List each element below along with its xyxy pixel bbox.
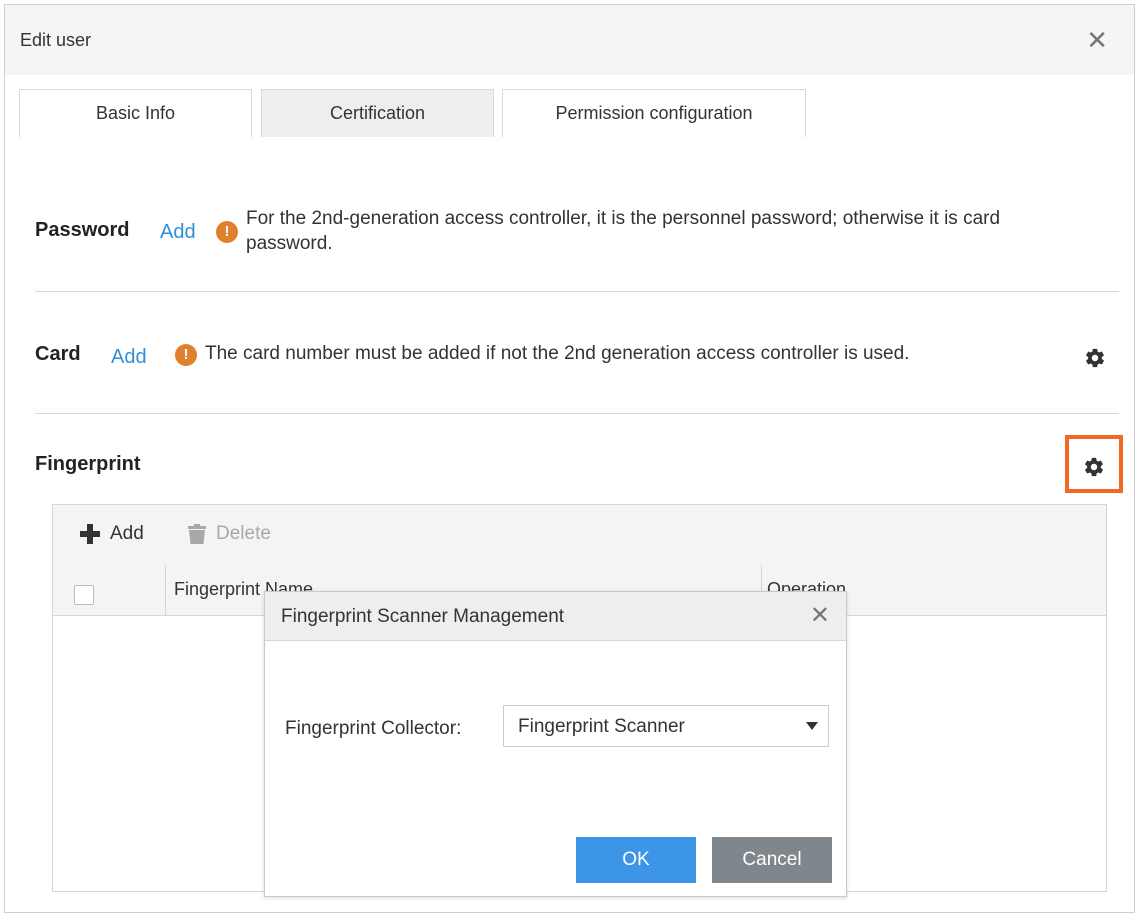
modal-title: Fingerprint Scanner Management <box>281 606 565 627</box>
warning-icon: ! <box>175 344 197 366</box>
trash-icon <box>188 524 206 544</box>
card-label: Card <box>35 343 81 365</box>
caret-down-icon <box>806 722 818 730</box>
close-icon[interactable]: ✕ <box>1086 27 1108 53</box>
card-note: The card number must be added if not the… <box>205 343 910 364</box>
card-settings-gear-icon[interactable] <box>1084 347 1106 369</box>
tab-certification[interactable]: Certification <box>261 89 494 137</box>
add-label: Add <box>110 523 144 544</box>
fingerprint-settings-gear-icon[interactable] <box>1083 456 1105 478</box>
select-value: Fingerprint Scanner <box>518 716 685 737</box>
select-all-checkbox[interactable] <box>74 585 94 605</box>
warning-icon: ! <box>216 221 238 243</box>
close-icon[interactable]: ✕ <box>810 604 830 628</box>
tab-basic-info[interactable]: Basic Info <box>19 89 252 137</box>
ok-button[interactable]: OK <box>576 837 696 883</box>
password-note-line2: password. <box>246 233 333 254</box>
fingerprint-scanner-modal: Fingerprint Scanner Management ✕ Fingerp… <box>264 591 847 897</box>
modal-header: Fingerprint Scanner Management ✕ <box>265 592 846 641</box>
cancel-button[interactable]: Cancel <box>712 837 832 883</box>
delete-fingerprint-button[interactable]: Delete <box>188 523 271 545</box>
section-divider <box>35 291 1119 292</box>
fingerprint-collector-select[interactable]: Fingerprint Scanner <box>503 705 829 747</box>
plus-icon <box>80 524 100 544</box>
dialog-titlebar: Edit user ✕ <box>5 5 1134 75</box>
password-add-link[interactable]: Add <box>160 221 196 244</box>
add-fingerprint-button[interactable]: Add <box>80 523 144 545</box>
fingerprint-collector-label: Fingerprint Collector: <box>285 718 462 739</box>
tab-permission-configuration[interactable]: Permission configuration <box>502 89 806 137</box>
edit-user-dialog: Edit user ✕ Basic Info Certification Per… <box>4 4 1135 913</box>
section-divider <box>35 413 1119 414</box>
fingerprint-toolbar: Add Delete <box>53 505 1106 566</box>
fingerprint-label: Fingerprint <box>35 453 141 475</box>
delete-label: Delete <box>216 523 271 544</box>
column-divider <box>165 565 166 615</box>
password-note-line1: For the 2nd-generation access controller… <box>246 208 1001 229</box>
card-add-link[interactable]: Add <box>111 346 147 369</box>
password-label: Password <box>35 219 130 241</box>
dialog-title: Edit user <box>20 30 92 50</box>
